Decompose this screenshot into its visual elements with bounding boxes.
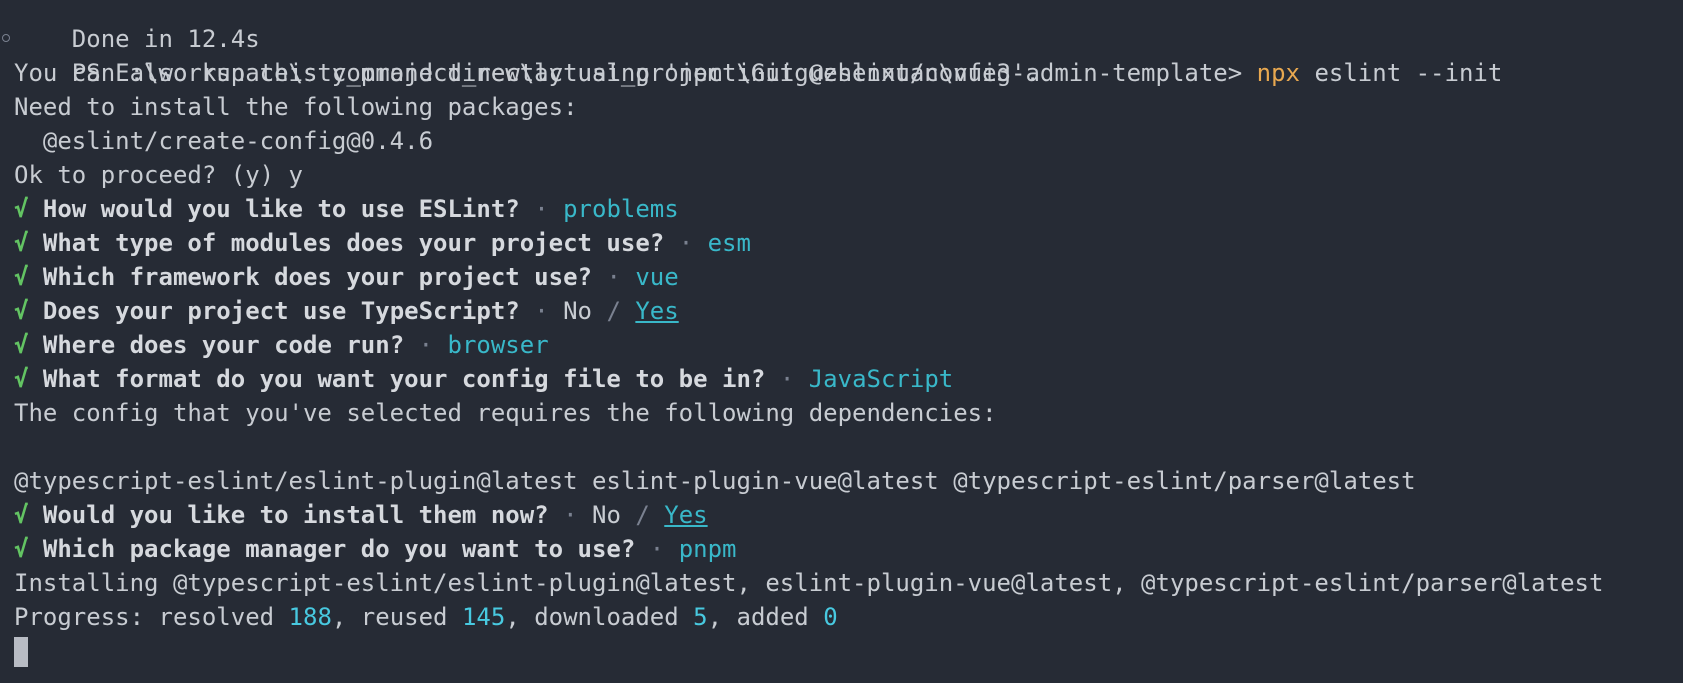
separator-dot: · [779,365,795,393]
separator-dot: · [534,297,549,325]
answer-text: JavaScript [808,365,954,393]
question-line: √ Which framework does your project use?… [14,260,1683,294]
info-text-1: You can also run this command directly u… [14,59,1040,87]
question-text: What type of modules does your project u… [42,229,665,257]
terminal-window[interactable]: Done in 12.4s PS E:\workspace\sty_projec… [0,0,1683,671]
info-line-1: You can also run this command directly u… [14,56,1683,90]
deps-message: The config that you've selected requires… [14,399,997,427]
info-line-2: Need to install the following packages: [14,90,1683,124]
check-icon: √ [14,535,29,563]
package-text: @eslint/create-config@0.4.6 [14,127,434,155]
answer-text: vue [635,263,679,291]
question-text: Which framework does your project use? [42,263,592,291]
question-line: √ What format do you want your config fi… [14,362,1683,396]
installing-line: Installing @typescript-eslint/eslint-plu… [14,566,1683,600]
question-line: √ Does your project use TypeScript? · No… [14,294,1683,328]
separator-dot: · [418,331,434,359]
done-line: Done in 12.4s [14,0,1683,53]
option-no: No [592,501,621,529]
progress-downloaded-label: , downloaded [505,603,694,631]
check-icon: √ [14,229,29,257]
answer-text: esm [707,229,751,257]
question-line: √ Would you like to install them now? · … [14,498,1683,532]
question-text: Would you like to install them now? [42,501,549,529]
question-line: √ Which package manager do you want to u… [14,532,1683,566]
check-icon: √ [14,297,29,325]
progress-downloaded: 5 [693,603,708,631]
info-text-2: Need to install the following packages: [14,93,578,121]
question-text: Does your project use TypeScript? [42,297,520,325]
question-text: What format do you want your config file… [42,365,766,393]
option-no: No [563,297,592,325]
option-slash: / [606,297,621,325]
terminal-cursor[interactable] [14,637,28,667]
progress-reused: 145 [461,603,506,631]
question-text: How would you like to use ESLint? [42,195,520,223]
check-icon: √ [14,331,29,359]
progress-added-label: , added [707,603,824,631]
proceed-text: Ok to proceed? (y) y [14,161,303,189]
progress-resolved: 188 [288,603,332,631]
check-icon: √ [14,263,29,291]
option-slash: / [635,501,650,529]
option-yes-selected: Yes [635,297,679,325]
command-decoration-icon[interactable] [2,34,10,42]
separator-dot: · [649,535,665,563]
answer-text: browser [447,331,549,359]
separator-dot: · [563,501,578,529]
answer-text: pnpm [678,535,737,563]
deps-message-line: The config that you've selected requires… [14,396,1683,430]
separator-dot: · [534,195,549,223]
cursor-line [14,634,1683,668]
package-line: @eslint/create-config@0.4.6 [14,124,1683,158]
question-text: Which package manager do you want to use… [42,535,636,563]
deps-list: @typescript-eslint/eslint-plugin@latest … [14,467,1416,495]
question-line: √ How would you like to use ESLint? · pr… [14,192,1683,226]
answer-text: problems [563,195,679,223]
question-line: √ Where does your code run? · browser [14,328,1683,362]
check-icon: √ [14,195,29,223]
progress-label: Progress: resolved [14,603,289,631]
installing-text: Installing @typescript-eslint/eslint-plu… [14,569,1604,597]
question-line: √ What type of modules does your project… [14,226,1683,260]
separator-dot: · [678,229,694,257]
deps-list-line: @typescript-eslint/eslint-plugin@latest … [14,464,1683,498]
progress-reused-label: , reused [331,603,462,631]
check-icon: √ [14,501,29,529]
check-icon: √ [14,365,29,393]
separator-dot: · [606,263,621,291]
proceed-line: Ok to proceed? (y) y [14,158,1683,192]
progress-line: Progress: resolved 188, reused 145, down… [14,600,1683,634]
option-yes-selected: Yes [664,501,708,529]
progress-added: 0 [823,603,838,631]
question-text: Where does your code run? [42,331,405,359]
prompt-line: PS E:\workspace\sty_project_new\actual_p… [2,22,1683,87]
